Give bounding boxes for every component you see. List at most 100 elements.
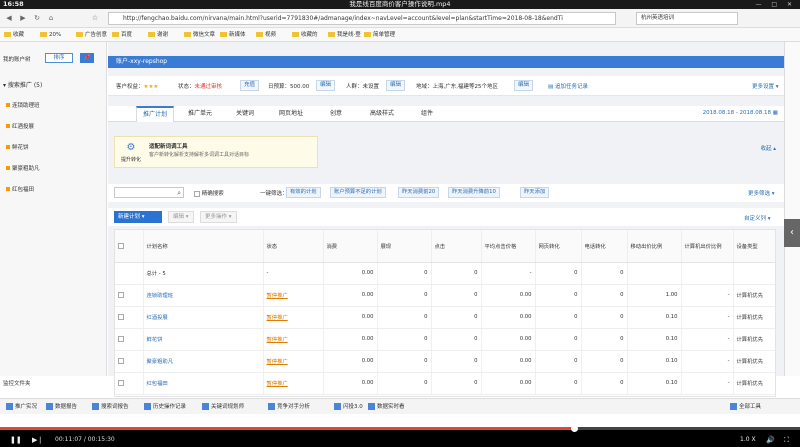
bookmark-item[interactable]: 我是线·登	[328, 30, 361, 40]
tab-item[interactable]: 推广单元	[178, 106, 222, 122]
tool-button[interactable]: 关键词规划师	[202, 402, 244, 412]
row-checkbox[interactable]	[118, 335, 124, 342]
pause-icon[interactable]: ❚❚	[10, 435, 22, 445]
fullscreen-icon[interactable]: ⛶	[784, 435, 789, 445]
tab-item[interactable]: 创意	[318, 106, 354, 122]
table-cell[interactable]: 暂停推广	[263, 306, 324, 329]
quick-filter-button[interactable]: 账户预算不足的计划	[330, 187, 386, 198]
table-cell[interactable]: 红包福田	[143, 372, 264, 395]
column-header[interactable]: 点击	[431, 230, 482, 263]
tool-button[interactable]: 闪投3.0	[334, 402, 363, 412]
table-cell[interactable]: 红酒投展	[143, 306, 264, 329]
tool-button[interactable]: 数据实时看	[368, 402, 405, 412]
tab-item[interactable]: 关键词	[226, 106, 264, 122]
video-progress-track[interactable]	[0, 427, 800, 430]
bookmark-item[interactable]: 新媒体	[220, 30, 246, 40]
budget-edit-button[interactable]: 编辑	[316, 80, 336, 91]
column-header[interactable]: 设备类型	[733, 230, 775, 263]
row-checkbox[interactable]	[118, 313, 124, 320]
table-cell[interactable]: 暂停推广	[263, 328, 324, 351]
sidebar-plan-item[interactable]: 红酒投展	[6, 122, 34, 130]
column-header[interactable]: 移动出价比例	[627, 230, 682, 263]
bookmark-item[interactable]: 微信文章	[184, 30, 215, 40]
tab-item[interactable]: 推广计划	[136, 106, 174, 122]
quick-filter-button[interactable]: 有效的计划	[286, 187, 321, 198]
quick-filter-button[interactable]: 昨天消费升降前10	[448, 187, 500, 198]
star-icon[interactable]: ☆	[90, 13, 100, 23]
tool-icon[interactable]: ⚙ 提升转化	[121, 140, 141, 166]
column-header[interactable]: 状态	[263, 230, 324, 263]
back-icon[interactable]: ◀	[4, 13, 14, 23]
address-bar[interactable]: http://fengchao.baidu.com/nirvana/main.h…	[108, 12, 616, 25]
monitor-folder[interactable]: 监控文件夹	[3, 379, 31, 387]
column-header[interactable]: 网页转化	[535, 230, 582, 263]
bookmark-item[interactable]: 收藏	[4, 30, 24, 40]
table-cell[interactable]: 暂停推广	[263, 284, 324, 307]
row-checkbox[interactable]	[118, 291, 124, 298]
sidebar-plan-item[interactable]: 鲜花饼	[6, 143, 29, 151]
row-checkbox[interactable]	[118, 357, 124, 364]
date-range-picker[interactable]: 2018.08.18 - 2018.08.18 ▦	[703, 110, 778, 116]
more-filter-link[interactable]: 更多筛选 ▾	[748, 189, 775, 197]
next-icon[interactable]: ▶❘	[32, 435, 43, 445]
task-record-link[interactable]: ▤ 追加任务记录	[548, 82, 588, 90]
table-cell[interactable]: 暂停推广	[263, 350, 324, 373]
scrollbar[interactable]	[784, 42, 800, 376]
bookmark-item[interactable]: 广告创意	[76, 30, 107, 40]
window-controls[interactable]: — □ ✕	[755, 0, 796, 9]
tab-item[interactable]: 高级样式	[358, 106, 406, 122]
checkbox[interactable]	[194, 190, 200, 197]
video-progress-handle[interactable]	[570, 425, 578, 432]
tab-item[interactable]: 网页地址	[268, 106, 314, 122]
column-header[interactable]: 计算机出价比例	[681, 230, 734, 263]
bookmark-item[interactable]: 谢谢	[148, 30, 168, 40]
column-header[interactable]: 展现	[377, 230, 432, 263]
plan-search-input[interactable]: ⌕	[114, 187, 184, 198]
edit-button[interactable]: 编辑 ▾	[168, 211, 194, 223]
volume-icon[interactable]: 🔊	[766, 435, 775, 445]
forward-icon[interactable]: ▶	[18, 13, 28, 23]
side-expand-icon[interactable]: ‹	[784, 219, 800, 247]
collapse-link[interactable]: 收起 ▴	[760, 144, 776, 152]
refresh-icon[interactable]: ↻	[32, 13, 42, 23]
more-settings-link[interactable]: 更多设置 ▾	[752, 82, 779, 90]
sidebar-plan-item[interactable]: 聚豪粗助凡	[6, 164, 40, 172]
new-plan-button[interactable]: 新建计划 ▾	[114, 211, 162, 223]
quick-filter-button[interactable]: 昨天添加	[520, 187, 550, 198]
table-cell[interactable]: 鲜花饼	[143, 328, 264, 351]
select-all-checkbox[interactable]	[118, 242, 124, 249]
sort-button[interactable]: 排序	[45, 53, 73, 63]
table-cell[interactable]: 连锁助理班	[143, 284, 264, 307]
tab-item[interactable]: 组件	[410, 106, 444, 122]
column-header[interactable]: 计划名称	[143, 230, 264, 263]
row-checkbox[interactable]	[118, 379, 124, 386]
recharge-button[interactable]: 充值	[240, 80, 260, 91]
tool-button[interactable]: 推广实况	[6, 402, 37, 412]
table-cell[interactable]: 暂停推广	[263, 372, 324, 395]
precise-search[interactable]: 精确搜索	[194, 189, 224, 197]
bookmark-item[interactable]: 收藏的	[292, 30, 318, 40]
bookmark-item[interactable]: 百度	[112, 30, 132, 40]
tool-button[interactable]: 数据报告	[46, 402, 77, 412]
column-header[interactable]: 平均点击价格	[481, 230, 536, 263]
speed-button[interactable]: 1.0 X	[740, 435, 756, 445]
all-tools-button[interactable]: 全部工具	[730, 402, 761, 412]
bookmark-item[interactable]: 简单管理	[364, 30, 395, 40]
people-edit-button[interactable]: 编辑	[386, 80, 406, 91]
tool-button[interactable]: 历史操作记录	[144, 402, 186, 412]
search-icon[interactable]: ⌕	[177, 189, 181, 197]
column-header[interactable]: 电话转化	[581, 230, 628, 263]
tool-button[interactable]: 搜索词报告	[92, 402, 129, 412]
quick-filter-button[interactable]: 昨天消费前20	[398, 187, 440, 198]
tool-button[interactable]: 竞争对手分析	[268, 402, 310, 412]
more-ops-button[interactable]: 更多操作 ▾	[200, 211, 237, 223]
sidebar-plan-item[interactable]: 红包福田	[6, 185, 34, 193]
region-edit-button[interactable]: 编辑	[514, 80, 534, 91]
sidebar-plan-item[interactable]: 连锁助理班	[6, 101, 40, 109]
pin-icon[interactable]: 📌	[80, 53, 94, 63]
search-input[interactable]: 杭州英语培训	[636, 12, 738, 25]
bookmark-item[interactable]: 20%	[40, 30, 61, 40]
table-cell[interactable]: 聚豪粗助凡	[143, 350, 264, 373]
column-header[interactable]: 消费	[323, 230, 378, 263]
custom-columns-link[interactable]: 自定义列 ▾	[744, 214, 771, 222]
